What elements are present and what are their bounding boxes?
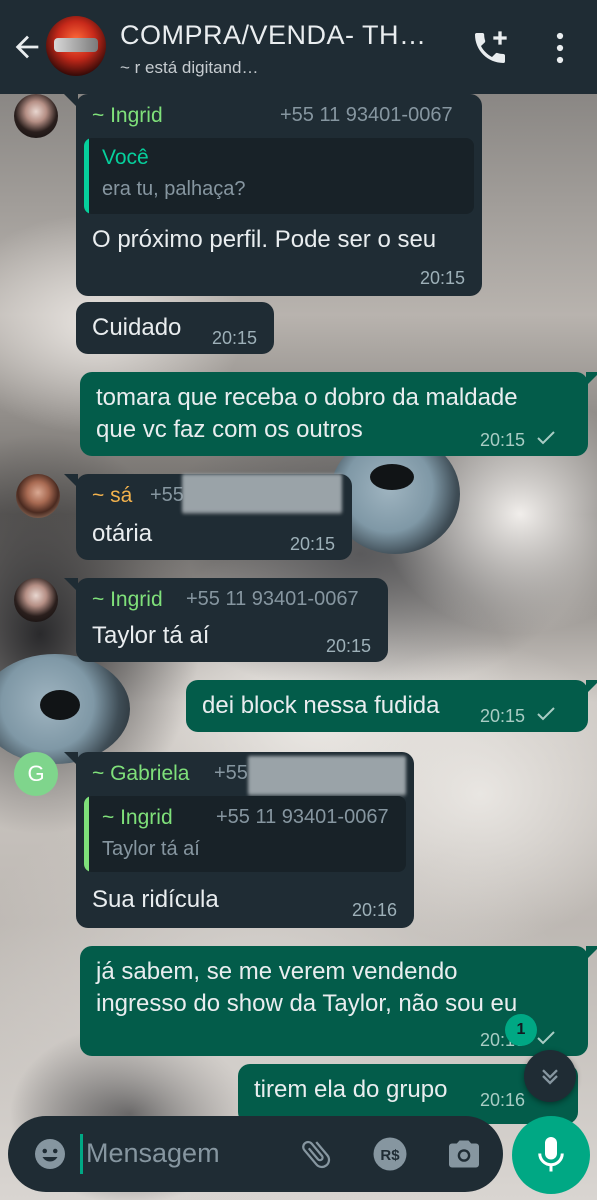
group-avatar[interactable] — [46, 16, 106, 76]
redacted-phone — [248, 756, 406, 794]
message-time: 20:15 — [420, 268, 466, 288]
avatar-letter: G — [27, 761, 45, 786]
message-text-line: que vc faz com os outros — [96, 416, 363, 443]
quote-phone: +55 11 93401-0067 — [216, 806, 389, 828]
check-icon — [537, 707, 555, 721]
sender-phone: +55 — [214, 762, 248, 784]
sender-name[interactable]: ~ Gabriela — [92, 762, 189, 786]
message-time: 20:15 — [480, 430, 526, 450]
avatar-ingrid[interactable] — [14, 94, 58, 138]
quote-text: era tu, palhaça? — [102, 178, 246, 200]
sender-name[interactable]: ~ sá — [92, 484, 132, 508]
sender-phone: +55 11 93401-0067 — [186, 588, 359, 610]
message-text: otária — [92, 520, 153, 547]
check-icon — [537, 431, 555, 445]
message-outgoing[interactable]: tomara que receba o dobro da maldade que… — [80, 372, 597, 456]
message-text-line: ingresso do show da Taylor, não sou eu — [96, 990, 518, 1017]
typing-status: ~ r está digitand… — [120, 58, 259, 77]
voice-record-button[interactable] — [512, 1116, 590, 1194]
scroll-to-bottom-button[interactable] — [524, 1050, 576, 1102]
quoted-message[interactable]: Você era tu, palhaça? — [84, 138, 474, 214]
chat-header: COMPRA/VENDA- TH… ~ r está digitand… — [0, 0, 597, 94]
message-text: tirem ela do grupo — [254, 1076, 448, 1103]
message-text: Cuidado — [92, 314, 182, 341]
message-outgoing[interactable]: dei block nessa fudida 20:15 — [186, 680, 597, 732]
cat-pupil — [370, 464, 414, 490]
message-text-line: já sabem, se me verem vendendo — [96, 958, 458, 985]
message-time: 20:15 — [290, 534, 336, 554]
sender-name[interactable]: ~ Ingrid — [92, 588, 163, 612]
message-incoming[interactable]: ~ Ingrid +55 11 93401-0067 Taylor tá aí … — [64, 578, 388, 662]
payment-icon[interactable]: R$ — [372, 1136, 408, 1172]
svg-text:R$: R$ — [380, 1147, 400, 1164]
message-text: O próximo perfil. Pode ser o seu — [92, 226, 437, 253]
more-vert-icon[interactable] — [548, 30, 572, 66]
avatar-gabriela[interactable]: G — [14, 752, 58, 796]
message-input[interactable]: Mensagem — [86, 1138, 220, 1169]
sender-phone: +55 11 93401-0067 — [280, 104, 453, 126]
quote-author: ~ Ingrid — [102, 806, 173, 829]
message-composer[interactable]: Mensagem R$ — [8, 1116, 503, 1192]
bubble-tail — [586, 372, 597, 386]
text-cursor — [80, 1134, 83, 1174]
message-time: 20:15 — [480, 706, 526, 726]
quote-accent-bar — [84, 138, 89, 214]
add-call-icon[interactable] — [470, 28, 510, 68]
message-text: Taylor tá aí — [92, 622, 210, 649]
bubble-tail — [64, 474, 78, 488]
message-incoming[interactable]: ~ Gabriela +55 ~ Ingrid +55 11 93401-006… — [64, 752, 414, 928]
avatar-ingrid[interactable] — [14, 578, 58, 622]
unread-count-badge: 1 — [505, 1014, 537, 1046]
quote-accent-bar — [84, 796, 89, 872]
message-text-line: tomara que receba o dobro da maldade — [96, 384, 518, 411]
sender-phone: +55 — [150, 484, 184, 506]
group-title[interactable]: COMPRA/VENDA- TH… — [120, 20, 450, 51]
cat-eye-left — [0, 654, 130, 764]
bubble-tail — [586, 946, 597, 960]
message-time: 20:15 — [212, 328, 258, 348]
bubble-tail — [586, 680, 597, 694]
message-text: dei block nessa fudida — [202, 692, 440, 719]
camera-icon[interactable] — [446, 1136, 482, 1172]
redacted-phone — [182, 474, 342, 512]
cat-pupil — [40, 690, 80, 720]
message-incoming[interactable]: Cuidado 20:15 — [76, 302, 274, 354]
message-time: 20:15 — [326, 636, 372, 656]
group-avatar-logo — [54, 38, 98, 52]
chevron-down-icon — [542, 1069, 558, 1085]
message-time: 20:16 — [480, 1090, 526, 1110]
attach-clip-icon[interactable] — [298, 1136, 334, 1172]
check-icon — [537, 1031, 555, 1045]
bubble-tail — [64, 578, 78, 592]
bubble-tail — [64, 752, 78, 766]
bubble-tail — [64, 94, 78, 108]
quote-text: Taylor tá aí — [102, 838, 200, 860]
sender-name[interactable]: ~ Ingrid — [92, 104, 163, 128]
quoted-message[interactable]: ~ Ingrid +55 11 93401-0067 Taylor tá aí — [84, 796, 406, 872]
message-incoming[interactable]: ~ Ingrid +55 11 93401-0067 Você era tu, … — [64, 94, 482, 296]
back-arrow-icon[interactable] — [10, 30, 44, 64]
message-incoming[interactable]: ~ sá +55 otária 20:15 — [64, 474, 352, 560]
emoji-icon[interactable] — [32, 1136, 68, 1172]
message-time: 20:16 — [352, 900, 398, 920]
message-text: Sua ridícula — [92, 886, 219, 913]
quote-author: Você — [102, 146, 149, 169]
avatar-sa[interactable] — [16, 474, 60, 518]
mic-icon — [538, 1137, 564, 1172]
